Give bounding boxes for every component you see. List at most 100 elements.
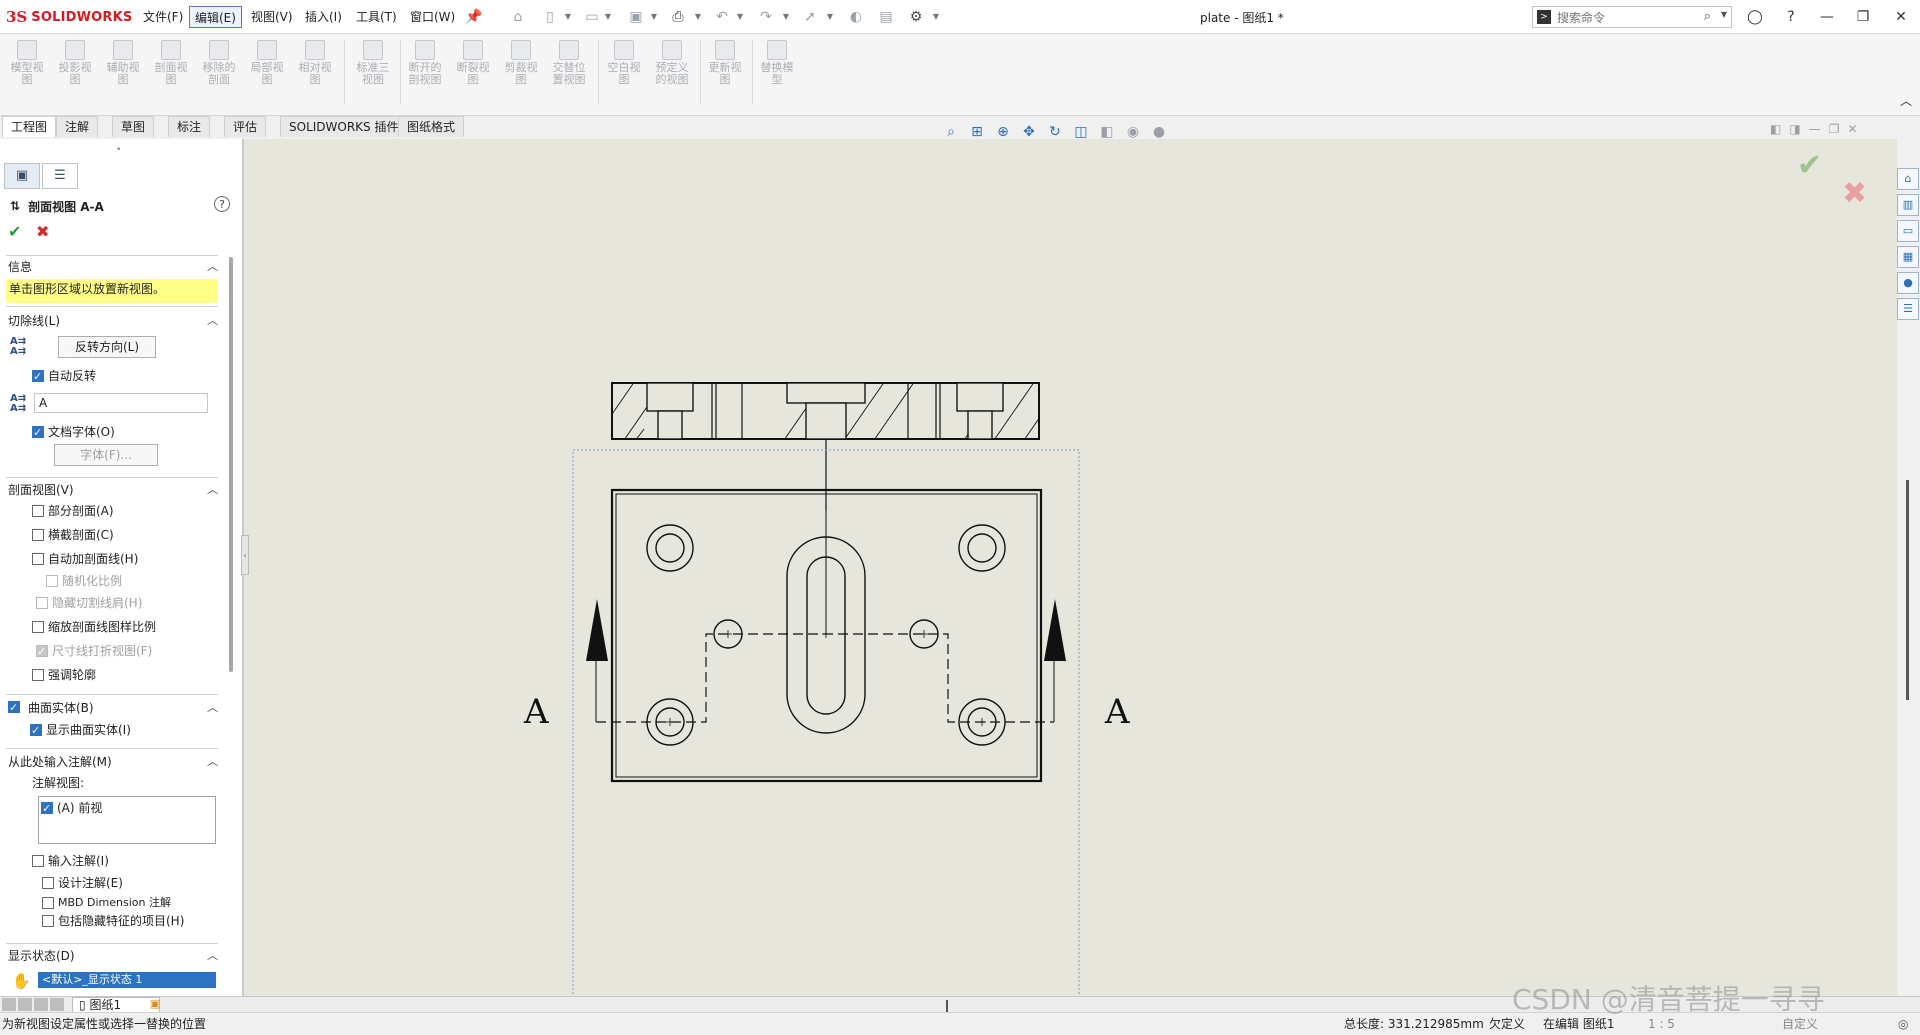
display-state-section-header[interactable]: 显示状态(D) ︿ [8,947,218,965]
search-box[interactable]: > ⌕ ▼ [1532,6,1732,28]
save-icon[interactable]: ▣ [626,8,646,26]
display-state-item[interactable]: <默认>_显示状态 1 [38,972,216,988]
zoom-to-area-icon[interactable]: ⊞ [966,121,988,143]
predefined-view-button[interactable]: 预定义 的视图 [649,40,695,102]
previous-view-icon[interactable]: ◫ [1070,121,1092,143]
appearances-icon[interactable]: ● [1897,272,1919,294]
document-font-row[interactable]: 文档字体(O) [32,423,115,442]
panel-grip-icon[interactable]: • [116,145,121,155]
collapse-ribbon-icon[interactable]: ︿ [1900,92,1912,109]
auxiliary-view-button[interactable]: 辅助视 图 [100,40,146,102]
add-sheet-icon[interactable]: ▣ [142,997,168,1013]
tab-addins[interactable]: SOLIDWORKS 插件 [280,116,408,137]
search-icon[interactable]: ⌕ [1704,9,1711,24]
menu-edit[interactable]: 编辑(E) [189,6,242,28]
crop-view-button[interactable]: 剪裁视 图 [498,40,544,102]
auto-hatching-row[interactable]: 自动加剖面线(H) [32,550,138,568]
user-account-icon[interactable]: ◯ [1744,7,1766,27]
hide-cutting-line-shoulders-checkbox[interactable] [36,597,48,609]
doc-minimize-icon[interactable]: — [1809,122,1821,136]
standard-3-view-button[interactable]: 标准三 视图 [350,40,396,102]
randomize-scale-checkbox[interactable] [46,575,58,587]
property-manager-tab-icon[interactable]: ☰ [42,163,78,189]
tab-evaluate[interactable]: 评估 [224,116,267,137]
first-sheet-button[interactable] [2,998,16,1011]
annotation-views-list[interactable]: (A) 前视 [38,796,216,844]
select-dropdown-icon[interactable]: ▼ [826,10,834,24]
rebuild-icon[interactable]: ◐ [846,8,866,26]
projected-view-button[interactable]: 投影视 图 [52,40,98,102]
slice-section-row[interactable]: 横截剖面(C) [32,526,114,544]
tab-markup[interactable]: 标注 [168,116,211,137]
annotation-view-item-front[interactable]: (A) 前视 [41,799,102,818]
collapse-chevron-icon[interactable]: ︿ [207,753,218,771]
design-library-icon[interactable]: ▥ [1897,194,1919,216]
confirm-corner-check-icon[interactable]: ✔ [1797,148,1822,183]
collapse-chevron-icon[interactable]: ︿ [207,312,218,330]
view-palette-icon[interactable]: ▦ [1897,246,1919,268]
menu-file[interactable]: 文件(F) [138,6,188,28]
rebuild-status-icon[interactable]: ◎ [1898,1013,1908,1035]
design-annotations-row[interactable]: 设计注解(E) [42,874,123,892]
show-surface-bodies-row[interactable]: 显示曲面实体(I) [30,721,131,740]
collapse-chevron-icon[interactable]: ︿ [207,947,218,965]
menu-view[interactable]: 视图(V) [246,6,298,28]
design-annotations-checkbox[interactable] [42,877,54,889]
pan-icon[interactable]: ✥ [1018,121,1040,143]
relative-view-button[interactable]: 相对视 图 [292,40,338,102]
emphasize-outline-checkbox[interactable] [32,669,44,681]
broken-out-section-button[interactable]: 断开的 剖视图 [402,40,448,102]
undo-dropdown-icon[interactable]: ▼ [736,10,744,24]
auto-hatching-checkbox[interactable] [32,553,44,565]
import-annotations-checkbox[interactable] [32,855,44,867]
graphics-area[interactable]: A A [243,139,1897,996]
surface-bodies-section-header[interactable]: 曲面实体(B) ︿ [8,699,218,717]
partial-section-row[interactable]: 部分剖面(A) [32,502,114,520]
file-explorer-icon[interactable]: ▭ [1897,220,1919,242]
import-annotations-section-header[interactable]: 从此处输入注解(M) ︿ [8,753,218,771]
document-font-checkbox[interactable] [32,424,44,442]
home-icon[interactable]: ⌂ [508,8,528,26]
model-view-button[interactable]: 模型视 图 [4,40,50,102]
collapse-chevron-icon[interactable]: ︿ [207,258,218,276]
file-properties-icon[interactable]: ▤ [876,8,896,26]
auto-flip-row[interactable]: 自动反转 [32,367,96,386]
tab-drawing[interactable]: 工程图 [2,116,57,137]
redo-icon[interactable]: ↷ [756,8,776,26]
show-surface-bodies-checkbox[interactable] [30,722,42,740]
emphasize-outline-row[interactable]: 强调轮廓 [32,666,96,684]
mbd-dimension-checkbox[interactable] [42,897,54,909]
hide-cutting-line-shoulders-row[interactable]: 隐藏切割线肩(H) [36,594,142,612]
collapse-chevron-icon[interactable]: ︿ [207,699,218,717]
auto-flip-checkbox[interactable] [32,368,44,386]
next-sheet-button[interactable] [34,998,48,1011]
solidworks-logo[interactable]: 3S SOLIDWORKS [6,8,132,26]
last-sheet-button[interactable] [50,998,64,1011]
options-dropdown-icon[interactable]: ▼ [932,10,940,24]
feature-manager-tab-icon[interactable]: ▣ [4,163,40,189]
open-dropdown-icon[interactable]: ▼ [604,10,612,24]
tile-right-icon[interactable]: ◨ [1789,122,1800,136]
doc-restore-icon[interactable]: ❐ [1829,122,1840,136]
collapse-chevron-icon[interactable]: ︿ [207,481,218,499]
cutting-line-section-header[interactable]: 切除线(L) ︿ [8,312,218,330]
new-document-icon[interactable]: ▯ [540,8,560,26]
print-dropdown-icon[interactable]: ▼ [694,10,702,24]
tab-sheet-format[interactable]: 图纸格式 [398,116,465,137]
search-dropdown-icon[interactable]: ▼ [1721,10,1727,19]
close-icon[interactable]: ✕ [1890,7,1912,27]
tab-annotation[interactable]: 注解 [56,116,99,137]
doc-close-icon[interactable]: ✕ [1847,122,1857,136]
panel-splitter-handle[interactable]: ‹ [241,535,249,575]
randomize-scale-row[interactable]: 随机化比例 [46,572,122,590]
info-section-header[interactable]: 信息 ︿ [8,258,218,276]
options-gear-icon[interactable]: ⚙ [906,8,926,26]
slice-section-checkbox[interactable] [32,529,44,541]
ok-check-icon[interactable]: ✔ [8,222,21,241]
menu-tools[interactable]: 工具(T) [351,6,402,28]
restore-icon[interactable]: ❐ [1852,7,1874,27]
vertical-scrollbar[interactable] [1906,480,1909,700]
minimize-icon[interactable]: — [1816,7,1838,27]
detail-view-button[interactable]: 局部视 图 [244,40,290,102]
hide-show-icon[interactable]: ◉ [1122,121,1144,143]
